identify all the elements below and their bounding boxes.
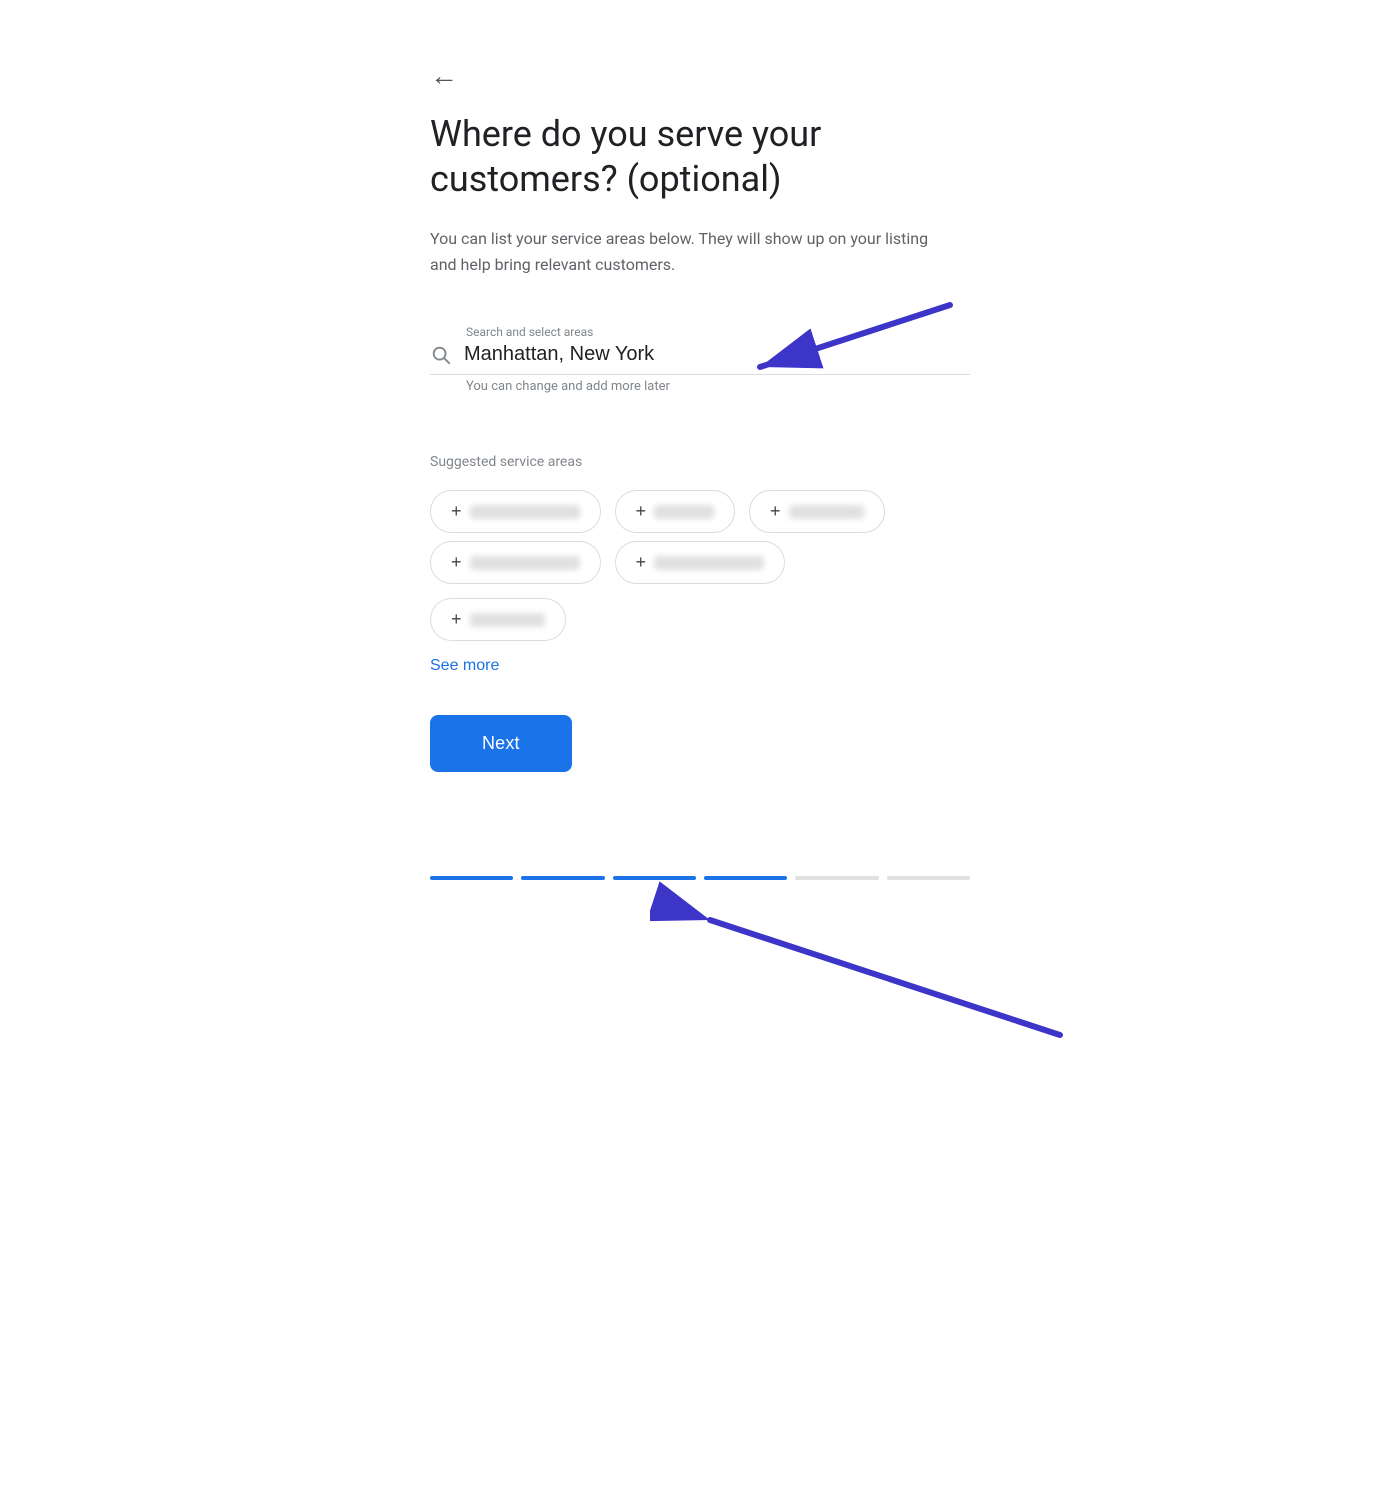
back-button[interactable]: ← (430, 60, 458, 92)
arrow-to-chip (650, 870, 1070, 1050)
next-button[interactable]: Next (430, 715, 572, 772)
chip-3[interactable]: + (749, 490, 885, 533)
chip-plus-icon: + (451, 609, 462, 630)
search-input[interactable] (464, 343, 970, 366)
chip-plus-icon: + (451, 501, 462, 522)
chip-plus-icon: + (770, 501, 781, 522)
chip-4[interactable]: + (430, 541, 601, 584)
chip-text (470, 556, 580, 570)
chip-plus-icon: + (451, 552, 462, 573)
suggested-section: Suggested service areas + + + + (430, 454, 970, 675)
chip-5[interactable]: + (615, 541, 786, 584)
chip-plus-icon: + (636, 552, 647, 573)
see-more-button[interactable]: See more (430, 657, 499, 675)
chips-grid-row3: + (430, 598, 970, 641)
progress-bar (430, 876, 970, 880)
back-arrow-icon: ← (430, 60, 458, 92)
progress-seg-4 (704, 876, 787, 880)
suggested-label: Suggested service areas (430, 454, 970, 470)
page-subtitle: You can list your service areas below. T… (430, 226, 950, 277)
chip-6[interactable]: + (430, 598, 566, 641)
search-section: Search and select areas You can change a… (430, 325, 970, 394)
chip-text (470, 505, 580, 519)
progress-seg-3 (613, 876, 696, 880)
chip-plus-icon: + (636, 501, 647, 522)
chip-2[interactable]: + (615, 490, 736, 533)
chips-grid: + + + (430, 490, 970, 533)
search-hint: You can change and add more later (466, 379, 670, 394)
chip-1[interactable]: + (430, 490, 601, 533)
chips-grid-row2: + + (430, 541, 970, 584)
progress-seg-6 (887, 876, 970, 880)
chip-text (654, 556, 764, 570)
search-label: Search and select areas (466, 325, 970, 339)
page-title: Where do you serve your customers? (opti… (430, 112, 970, 202)
progress-seg-2 (521, 876, 604, 880)
chip-text (789, 505, 864, 519)
chip-text (470, 613, 545, 627)
progress-seg-1 (430, 876, 513, 880)
chip-text (654, 505, 714, 519)
search-input-row (430, 343, 970, 375)
progress-seg-5 (795, 876, 878, 880)
search-icon (430, 344, 452, 366)
